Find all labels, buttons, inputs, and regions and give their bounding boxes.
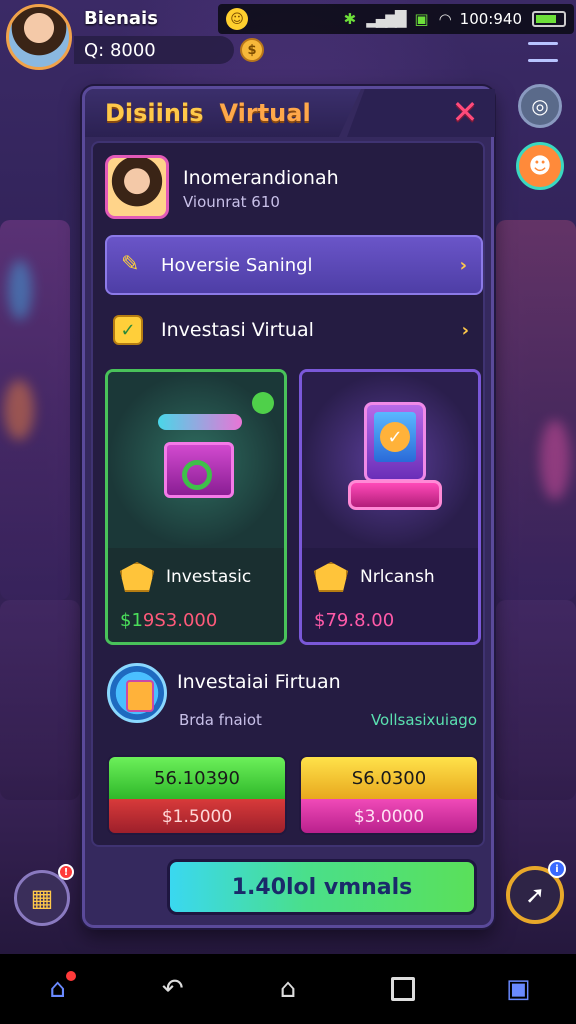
panel-title-secondary[interactable]: Virtual xyxy=(219,99,310,127)
home-icon[interactable]: ⌂ xyxy=(266,967,310,1011)
card-title-row: Nrlcansh xyxy=(314,562,466,592)
investment-summary-row[interactable]: Investaiai Firtuan Brda fnaiot Vollsasix… xyxy=(105,663,483,733)
investment-card[interactable]: ✓ Nrlcansh $79.8.00 xyxy=(299,369,481,645)
savings-row-label: Hoversie Saningl xyxy=(161,254,313,276)
menu-icon[interactable] xyxy=(528,42,558,62)
background-glow xyxy=(540,420,570,500)
card-price-value: 79.8.00 xyxy=(325,610,395,631)
card-price: $79.8.00 xyxy=(314,610,466,631)
investment-summary-title: Investaiai Firtuan xyxy=(177,671,341,693)
back-icon[interactable]: ↶ xyxy=(151,967,195,1011)
buy-option-amount: S6.0300 xyxy=(301,757,477,799)
system-nav-bar: ⌂ ↶ ⌂ ▣ xyxy=(0,954,576,1024)
app-home-icon[interactable]: ⌂ xyxy=(36,967,80,1011)
card-title-row: Investasic xyxy=(120,562,272,592)
background-glow xyxy=(8,260,32,320)
coin-icon[interactable]: $ xyxy=(240,38,264,62)
background-glow xyxy=(4,380,34,440)
status-bar: ☺ ✱ ▂▄▆█ ▣ ◠ 100:940 xyxy=(218,4,574,34)
notification-badge: ! xyxy=(58,864,74,880)
investment-card[interactable]: Investasic $19S3.000 xyxy=(105,369,287,645)
buy-option-amount: 56.10390 xyxy=(109,757,285,799)
network-icon: ✱ xyxy=(343,10,357,28)
card-price: $19S3.000 xyxy=(120,610,272,631)
player-avatar[interactable] xyxy=(6,4,72,70)
card-illustration xyxy=(108,372,284,548)
card-price-prefix: $ xyxy=(314,610,326,631)
card-illustration: ✓ xyxy=(302,372,478,548)
investment-panel: Disiinis Virtual ✕ Inomerandionah Viounr… xyxy=(82,86,495,928)
panel-title-primary: Disiinis xyxy=(105,99,204,127)
check-icon: ✓ xyxy=(113,315,143,345)
background-arcade-machine xyxy=(496,220,576,600)
card-title: Nrlcansh xyxy=(360,567,435,587)
card-price-prefix: $1 xyxy=(120,610,143,631)
gem-icon xyxy=(314,562,348,592)
gem-icon xyxy=(120,562,154,592)
investment-summary-status: Vollsasixuiago xyxy=(370,711,477,729)
profile-subtitle: Viounrat 610 xyxy=(183,193,280,211)
signal-icon: ▂▄▆█ xyxy=(366,10,406,28)
mascot-icon[interactable]: ☻ xyxy=(516,142,564,190)
profile-avatar[interactable] xyxy=(105,155,169,219)
buy-option-price: $3.0000 xyxy=(301,799,477,833)
background-arcade-machine xyxy=(496,600,576,800)
pencil-icon: ✎ xyxy=(121,252,140,277)
card-info: Nrlcansh $79.8.00 xyxy=(302,548,478,642)
notification-badge: i xyxy=(548,860,566,878)
savings-row-button[interactable]: ✎ Hoversie Saningl › xyxy=(105,235,483,295)
virtual-investment-label: Investasi Virtual xyxy=(161,319,314,341)
chevron-right-icon: › xyxy=(459,254,467,276)
virtual-investment-row[interactable]: ✓ Investasi Virtual › xyxy=(105,307,483,353)
status-time: 100:940 xyxy=(459,10,522,28)
profile-name: Inomerandionah xyxy=(183,167,339,189)
player-name: Bienais xyxy=(84,8,158,29)
card-price-value: 9S3.000 xyxy=(142,610,218,631)
panel-header: Disiinis Virtual xyxy=(85,89,361,137)
wifi-icon: ◠ xyxy=(438,10,452,28)
base-illustration xyxy=(348,480,442,510)
confirm-button[interactable]: 1.40lol vmnals xyxy=(167,859,477,915)
investment-summary-subtitle: Brda fnaiot xyxy=(179,711,262,729)
gallery-icon: ▣ xyxy=(414,10,429,28)
menu-line xyxy=(528,42,558,45)
buy-option-button[interactable]: 56.10390 $1.5000 xyxy=(107,755,287,835)
card-info: Investasic $19S3.000 xyxy=(108,548,284,642)
chevron-right-icon: › xyxy=(461,319,469,341)
paint-roller-illustration xyxy=(158,414,242,430)
ring-illustration xyxy=(182,460,212,490)
menu-line xyxy=(528,59,558,62)
recents-square xyxy=(391,977,416,1001)
battery-icon xyxy=(532,11,566,27)
buy-option-button[interactable]: S6.0300 $3.0000 xyxy=(299,755,479,835)
card-title: Investasic xyxy=(166,567,252,587)
search-icon[interactable]: ◎ xyxy=(518,84,562,128)
leaf-illustration xyxy=(252,392,274,414)
background-arcade-machine xyxy=(0,600,80,800)
smile-emoji-icon: ☺ xyxy=(226,8,248,30)
shield-badge-icon xyxy=(107,663,167,723)
close-icon[interactable]: ✕ xyxy=(449,96,481,129)
recents-icon[interactable] xyxy=(381,967,425,1011)
player-balance: Q: 8000 xyxy=(74,36,234,64)
check-illustration: ✓ xyxy=(380,422,410,452)
panel-content: Inomerandionah Viounrat 610 ✎ Hoversie S… xyxy=(91,141,485,847)
app-shortcut-icon[interactable]: ▣ xyxy=(496,967,540,1011)
shield-icon xyxy=(126,680,154,712)
buy-option-price: $1.5000 xyxy=(109,799,285,833)
